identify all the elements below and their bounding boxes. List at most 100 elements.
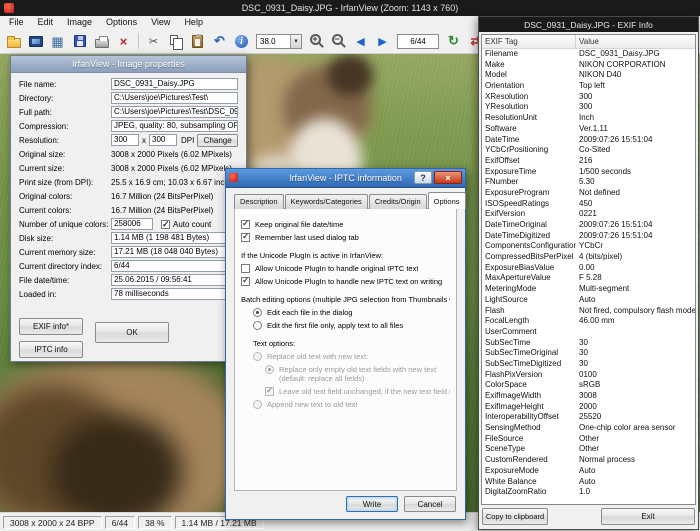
exif-row[interactable]: Flash Not fired, compulsory flash mode [482, 306, 695, 317]
open-file-button[interactable] [3, 32, 24, 51]
exif-tag-column-header[interactable]: EXIF Tag [482, 35, 576, 48]
exif-row[interactable]: ExposureMode Auto [482, 466, 695, 477]
chevron-down-icon[interactable]: ▾ [290, 34, 301, 48]
exif-row[interactable]: ExifImageHeight 2000 [482, 402, 695, 413]
menu-item[interactable]: File [2, 16, 31, 29]
copy-to-clipboard-button[interactable]: Copy to clipboard [482, 508, 548, 525]
exif-row[interactable]: ResolutionUnit Inch [482, 113, 695, 124]
exif-row[interactable]: MaxApertureValue F 5.28 [482, 273, 695, 284]
write-button[interactable]: Write [346, 496, 398, 512]
exif-row[interactable]: SubSecTimeOriginal 30 [482, 348, 695, 359]
exif-window-titlebar[interactable]: DSC_0931_Daisy.JPG - EXIF Info [479, 17, 698, 32]
menu-item[interactable]: Image [60, 16, 99, 29]
exif-row[interactable]: CompressedBitsPerPixel 4 (bits/pixel) [482, 252, 695, 263]
exif-row[interactable]: DigitalZoomRatio 1.0 [482, 487, 695, 498]
tab-credits-origin[interactable]: Credits/Origin [368, 194, 427, 209]
exif-row[interactable]: FNumber 5.30 [482, 177, 695, 188]
radio-edit-each-file[interactable]: Edit each file in the dialog [253, 308, 450, 317]
main-titlebar[interactable]: DSC_0931_Daisy.JPG - IrfanView (Zoom: 11… [0, 0, 700, 16]
exif-row[interactable]: UserComment [482, 327, 695, 338]
auto-count-option[interactable]: Auto count [161, 219, 211, 230]
copy-button[interactable] [165, 32, 186, 51]
exif-row[interactable]: ComponentsConfiguration YCbCr [482, 241, 695, 252]
cut-button[interactable]: ✂ [143, 32, 164, 51]
exif-row[interactable]: SubSecTimeDigitized 30 [482, 359, 695, 370]
close-button[interactable]: × [434, 171, 462, 184]
exif-row[interactable]: ColorSpace sRGB [482, 380, 695, 391]
radio-edit-first-file[interactable]: Edit the first file only, apply text to … [253, 321, 450, 330]
property-field[interactable]: 6/44 [111, 260, 238, 272]
exif-row[interactable]: ExifOffset 216 [482, 156, 695, 167]
exif-row[interactable]: XResolution 300 [482, 92, 695, 103]
exif-info-button[interactable]: EXIF info* [19, 318, 83, 335]
property-field[interactable]: C:\Users\joe\Pictures\Test\DSC_0931_Dais… [111, 106, 238, 118]
resolution-x-field[interactable]: 300 [111, 134, 139, 146]
menu-item[interactable]: Edit [31, 16, 61, 29]
next-image-button[interactable]: ▶ [372, 32, 393, 51]
exif-row[interactable]: CustomRendered Normal process [482, 455, 695, 466]
menu-item[interactable]: Help [177, 16, 210, 29]
image-info-button[interactable]: i [231, 32, 252, 51]
exif-row[interactable]: DateTimeDigitized 2009:07:26 15:51:04 [482, 231, 695, 242]
zoom-combobox[interactable]: 38.0 ▾ [256, 33, 302, 49]
exif-row[interactable]: Filename DSC_0931_Daisy.JPG [482, 49, 695, 60]
unique-colors-field[interactable]: 258006 [111, 218, 153, 230]
radio-replace-only-empty[interactable]: Replace only empty old text fields with … [265, 365, 450, 383]
tab-description[interactable]: Description [234, 194, 284, 209]
property-field[interactable]: 78 milliseconds [111, 288, 238, 300]
auto-count-checkbox[interactable] [161, 219, 170, 230]
exif-row[interactable]: ExposureBiasValue 0.00 [482, 263, 695, 274]
exif-row[interactable]: Make NIKON CORPORATION [482, 60, 695, 71]
checkbox-keep-file-datetime[interactable]: Keep original file date/time [241, 219, 450, 229]
previous-image-button[interactable]: ◀ [350, 32, 371, 51]
exif-row[interactable]: Orientation Top left [482, 81, 695, 92]
delete-button[interactable]: × [113, 32, 134, 51]
paste-button[interactable] [187, 32, 208, 51]
radio-replace-old-text[interactable]: Replace old text with new text: [253, 352, 450, 361]
checkbox-leave-old-unchanged[interactable]: Leave old text field unchanged, if the n… [265, 386, 450, 396]
radio-append-new-text[interactable]: Append new text to old text [253, 400, 450, 409]
exif-row[interactable]: LightSource Auto [482, 295, 695, 306]
property-field[interactable]: 1.14 MB (1 198 481 Bytes) [111, 232, 238, 244]
exif-row[interactable]: ExposureTime 1/500 seconds [482, 167, 695, 178]
property-field[interactable]: 25.06.2015 / 09:56:41 [111, 274, 238, 286]
exif-row[interactable]: SubSecTime 30 [482, 338, 695, 349]
checkbox-unicode-original-iptc[interactable]: Allow Unicode PlugIn to handle original … [241, 264, 450, 273]
exif-row[interactable]: ISOSpeedRatings 450 [482, 199, 695, 210]
properties-dialog-titlebar[interactable]: IrfanView - Image properties [11, 56, 246, 73]
exif-row[interactable]: MeteringMode Multi-segment [482, 284, 695, 295]
change-resolution-button[interactable]: Change [197, 133, 238, 147]
checkbox-remember-dialog-tab[interactable]: Remember last used dialog tab [241, 232, 450, 242]
exif-row[interactable]: SceneType Other [482, 444, 695, 455]
exif-row[interactable]: InteroperabilityOffset 25520 [482, 412, 695, 423]
exif-row[interactable]: Software Ver.1.11 [482, 124, 695, 135]
page-index-field[interactable]: 6/44 [397, 33, 439, 49]
ok-button[interactable]: OK [95, 322, 169, 343]
exit-button[interactable]: Exit [601, 508, 695, 525]
exif-row[interactable]: FocalLength 46.00 mm [482, 316, 695, 327]
exif-row[interactable]: YCbCrPositioning Co-Sited [482, 145, 695, 156]
property-field[interactable]: C:\Users\joe\Pictures\Test\ [111, 92, 238, 104]
exif-row[interactable]: White Balance Auto [482, 477, 695, 488]
menu-item[interactable]: View [144, 16, 177, 29]
iptc-info-button[interactable]: IPTC info [19, 341, 83, 358]
tab-keywords-categories[interactable]: Keywords/Categories [284, 194, 368, 209]
resolution-y-field[interactable]: 300 [149, 134, 177, 146]
property-field[interactable]: JPEG, quality: 80, subsampling OFF [111, 120, 238, 132]
cancel-button[interactable]: Cancel [404, 496, 456, 512]
help-button[interactable]: ? [414, 171, 432, 184]
zoom-out-button[interactable]: − [328, 32, 349, 51]
save-button[interactable] [69, 32, 90, 51]
print-button[interactable] [91, 32, 112, 51]
thumbnails-button[interactable]: ▦ [47, 32, 68, 51]
refresh-button[interactable]: ↻ [443, 32, 464, 51]
exif-row[interactable]: YResolution 300 [482, 102, 695, 113]
exif-row[interactable]: ExposureProgram Not defined [482, 188, 695, 199]
menu-item[interactable]: Options [99, 16, 144, 29]
undo-button[interactable]: ↶ [209, 32, 230, 51]
exif-row[interactable]: FlashPixVersion 0100 [482, 370, 695, 381]
exif-row[interactable]: ExifImageWidth 3008 [482, 391, 695, 402]
slideshow-button[interactable] [25, 32, 46, 51]
exif-row[interactable]: DateTime 2009:07:26 15:51:04 [482, 135, 695, 146]
property-field[interactable]: DSC_0931_Daisy.JPG [111, 78, 238, 90]
